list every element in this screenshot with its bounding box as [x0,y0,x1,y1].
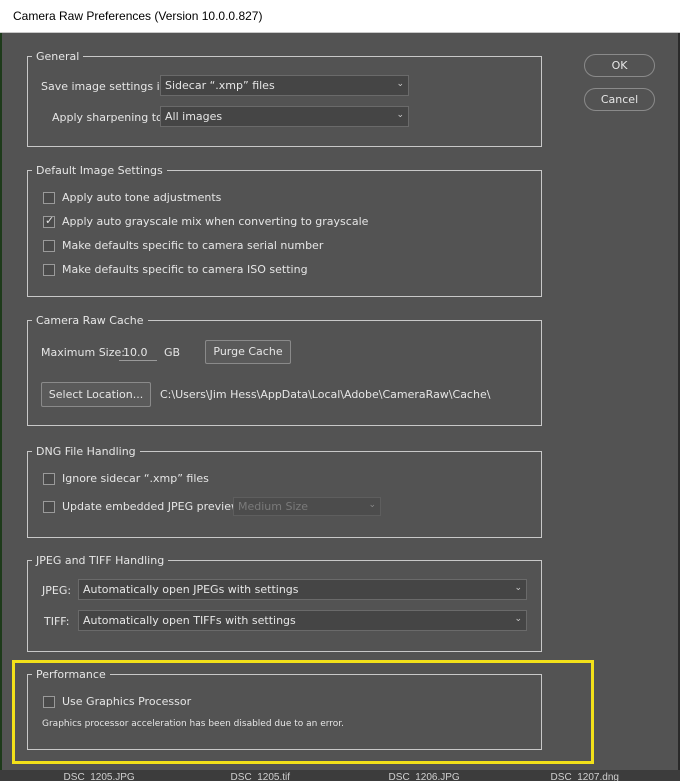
serial-number-label: Make defaults specific to camera serial … [62,239,324,252]
auto-tone-checkbox[interactable] [43,191,55,204]
default-image-group: Default Image Settings [27,164,542,297]
filmstrip-label: _DSC_1206.JPG [383,772,460,781]
gb-unit-label: GB [164,346,181,359]
chevron-down-icon: ⌄ [396,79,404,89]
cache-path: C:\Users\Jim Hess\AppData\Local\Adobe\Ca… [160,388,491,401]
auto-grayscale-option[interactable]: ✓ Apply auto grayscale mix when converti… [43,213,369,228]
filmstrip-label: _DSC_1207.dng [545,772,619,781]
auto-grayscale-checkbox[interactable]: ✓ [43,213,55,228]
tiff-handling-value: Automatically open TIFFs with settings [83,614,296,627]
max-size-input[interactable]: 10.0 [119,343,157,361]
title-bar: Camera Raw Preferences (Version 10.0.0.8… [0,0,680,33]
tiff-label: TIFF: [44,615,70,628]
jpeg-tiff-legend: JPEG and TIFF Handling [36,554,165,567]
select-location-button[interactable]: Select Location... [41,382,151,407]
background-filmstrip: _DSC_1205.JPG _DSC_1205.tif _DSC_1206.JP… [0,770,680,781]
update-previews-checkbox[interactable] [43,500,55,513]
ignore-sidecar-checkbox[interactable] [43,472,55,485]
ok-button[interactable]: OK [584,54,655,77]
sharpening-value: All images [165,110,223,123]
iso-setting-label: Make defaults specific to camera ISO set… [62,263,308,276]
preview-size-select: Medium Size ⌄ [233,497,381,516]
filmstrip-label: _DSC_1205.tif [225,772,291,781]
cache-legend: Camera Raw Cache [36,314,144,327]
iso-setting-option[interactable]: Make defaults specific to camera ISO set… [43,263,308,276]
dng-legend: DNG File Handling [36,445,136,458]
checkmark-icon: ✓ [45,213,55,227]
update-previews-label: Update embedded JPEG previews: [62,500,250,513]
max-size-value: 10.0 [123,346,148,359]
max-size-label: Maximum Size: [41,346,125,359]
tiff-handling-select[interactable]: Automatically open TIFFs with settings ⌄ [78,610,527,631]
ignore-sidecar-label: Ignore sidecar “.xmp” files [62,472,209,485]
dng-group: DNG File Handling [27,445,542,538]
chevron-down-icon: ⌄ [514,583,522,593]
auto-tone-label: Apply auto tone adjustments [62,191,222,204]
general-legend: General [36,50,80,63]
ignore-sidecar-option[interactable]: Ignore sidecar “.xmp” files [43,472,209,485]
filmstrip-label: _DSC_1205.JPG [58,772,135,781]
chevron-down-icon: ⌄ [396,110,404,120]
preview-size-value: Medium Size [238,500,309,513]
chevron-down-icon: ⌄ [514,614,522,624]
serial-number-option[interactable]: Make defaults specific to camera serial … [43,239,323,252]
save-settings-select[interactable]: Sidecar “.xmp” files ⌄ [160,75,409,96]
cancel-button[interactable]: Cancel [584,88,655,111]
general-group: General [27,50,542,147]
default-image-legend: Default Image Settings [36,164,163,177]
jpeg-tiff-group: JPEG and TIFF Handling [27,554,542,652]
cache-group: Camera Raw Cache [27,314,542,426]
save-settings-value: Sidecar “.xmp” files [165,79,275,92]
purge-cache-button[interactable]: Purge Cache [205,340,291,364]
jpeg-handling-select[interactable]: Automatically open JPEGs with settings ⌄ [78,579,527,600]
auto-grayscale-label: Apply auto grayscale mix when converting… [62,215,369,228]
serial-number-checkbox[interactable] [43,239,55,252]
chevron-down-icon: ⌄ [368,500,376,510]
auto-tone-option[interactable]: Apply auto tone adjustments [43,191,221,204]
window-title: Camera Raw Preferences (Version 10.0.0.8… [13,9,263,23]
iso-setting-checkbox[interactable] [43,263,55,276]
save-settings-label: Save image settings in: [41,80,171,93]
jpeg-label: JPEG: [42,584,72,597]
sharpening-label: Apply sharpening to: [52,111,167,124]
highlight-annotation-box [12,660,594,764]
sharpening-select[interactable]: All images ⌄ [160,106,409,127]
jpeg-handling-value: Automatically open JPEGs with settings [83,583,299,596]
update-previews-option[interactable]: Update embedded JPEG previews: [43,500,249,513]
